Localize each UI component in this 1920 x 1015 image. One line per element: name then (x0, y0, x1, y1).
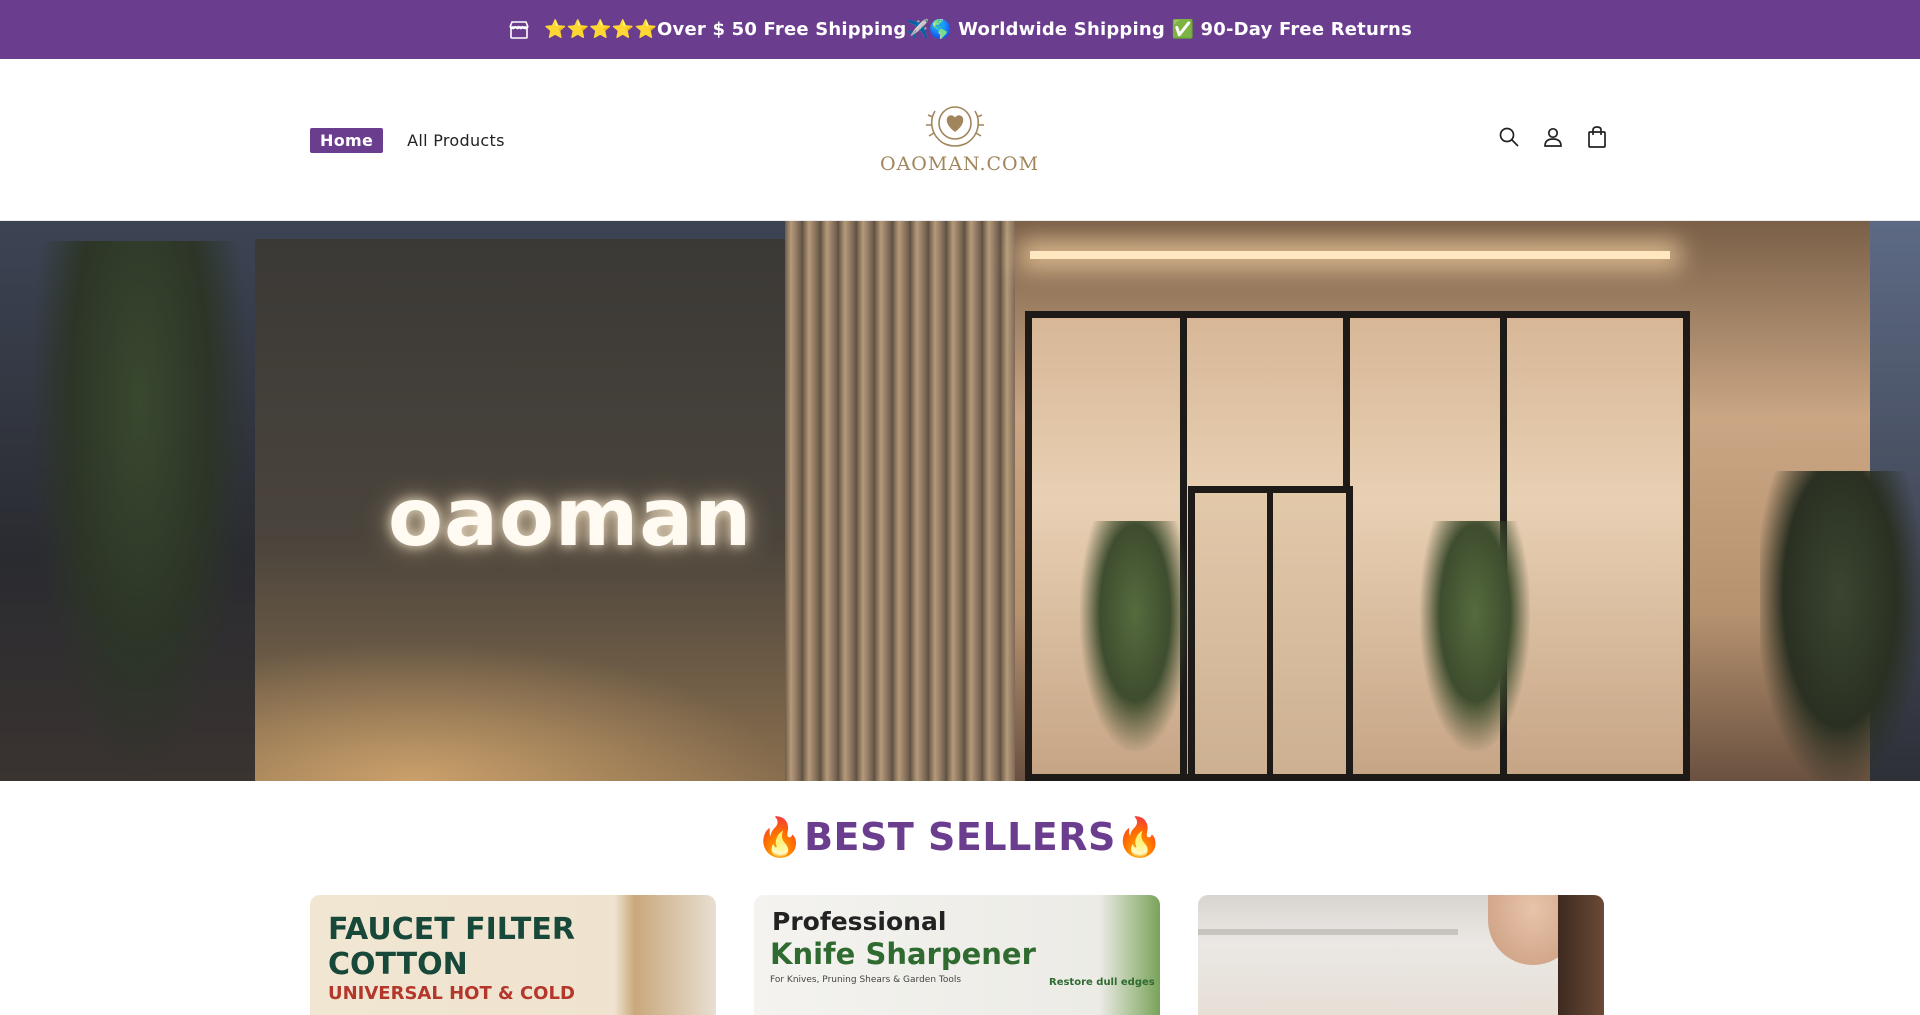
hero-plant (1080, 521, 1190, 751)
product-image-text: Professional (772, 907, 947, 936)
cart-icon[interactable] (1586, 125, 1608, 149)
nav-item-all-products[interactable]: All Products (407, 131, 505, 150)
hero-plant (1420, 521, 1530, 751)
product-card-lifestyle[interactable] (1198, 895, 1604, 1015)
best-sellers-section: 🔥BEST SELLERS🔥 FAUCET FILTER COTTON UNIV… (0, 781, 1920, 1015)
product-card-knife-sharpener[interactable]: Professional Knife Sharpener For Knives,… (754, 895, 1160, 1015)
product-grid: FAUCET FILTER COTTON UNIVERSAL HOT & COL… (310, 895, 1604, 1015)
hero-tree-left (30, 241, 250, 781)
product-image-shelf (1198, 929, 1458, 935)
logo-text: OAOMAN.COM (880, 153, 1040, 175)
store-icon (508, 19, 530, 41)
hero-brand-sign: oaoman (388, 471, 753, 564)
search-icon[interactable] (1498, 125, 1520, 149)
announcement-bar: ⭐⭐⭐⭐⭐Over $ 50 Free Shipping✈️🌎 Worldwid… (0, 0, 1920, 59)
site-header: Home All Products OAOMAN.COM (0, 59, 1920, 221)
account-icon[interactable] (1542, 125, 1564, 149)
product-image-text: For Knives, Pruning Shears & Garden Tool… (770, 975, 962, 985)
product-image-hair (1558, 895, 1604, 1015)
hero-light-strip (1030, 251, 1670, 259)
site-logo[interactable]: OAOMAN.COM (880, 99, 1040, 183)
main-nav: Home All Products (310, 128, 505, 153)
header-icons (1498, 125, 1608, 149)
nav-item-home[interactable]: Home (310, 128, 384, 153)
hero-wood-slats (785, 221, 1015, 781)
product-image-text: Knife Sharpener (770, 937, 1036, 971)
announcement-text: ⭐⭐⭐⭐⭐Over $ 50 Free Shipping✈️🌎 Worldwid… (544, 19, 1412, 40)
best-sellers-title: 🔥BEST SELLERS🔥 (756, 815, 1164, 859)
hero-tree-right (1760, 471, 1920, 781)
product-image-text: UNIVERSAL HOT & COLD (328, 983, 575, 1004)
product-card-faucet-filter[interactable]: FAUCET FILTER COTTON UNIVERSAL HOT & COL… (310, 895, 716, 1015)
product-image-text: Restore dull edges (1049, 977, 1155, 988)
logo-emblem-icon (926, 106, 984, 147)
product-image-text: FAUCET FILTER (328, 912, 575, 947)
hero-door (1188, 486, 1353, 781)
hero-banner: oaoman (0, 221, 1920, 781)
product-image-text: COTTON (328, 947, 468, 982)
